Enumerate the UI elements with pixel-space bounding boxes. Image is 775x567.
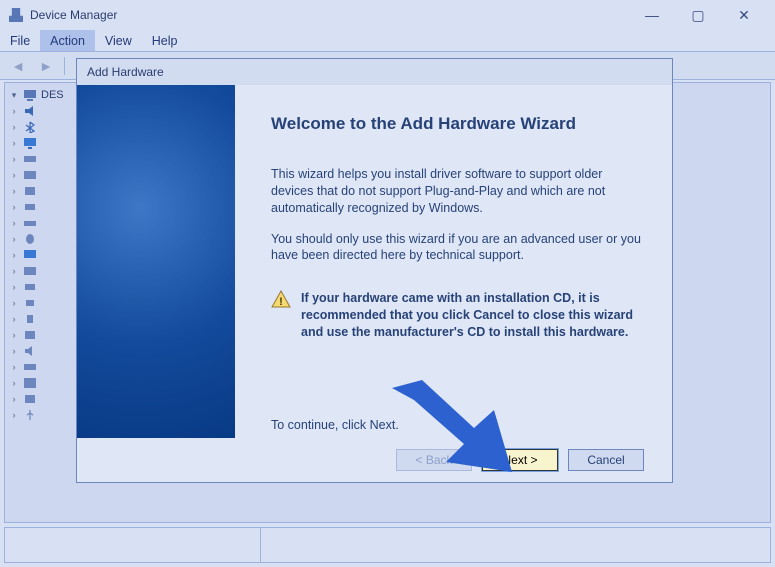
monitor2-icon [23,249,37,261]
next-button[interactable]: Next > [482,449,558,471]
storage-icon [23,361,37,373]
tree-item[interactable]: › [9,119,79,135]
dialog-banner [77,85,235,438]
device-tree[interactable]: ▾ DES › › › › › › › › › › › › › › › › › … [9,87,79,518]
tree-item[interactable]: › [9,311,79,327]
add-hardware-dialog: Add Hardware Welcome to the Add Hardware… [76,58,673,483]
tree-root-label: DES [41,89,64,101]
chevron-down-icon[interactable]: ▾ [9,90,19,101]
chevron-right-icon[interactable]: › [9,218,19,228]
monitor-icon [23,137,37,149]
window-title: Device Manager [30,8,629,22]
chevron-right-icon[interactable]: › [9,106,19,116]
chevron-right-icon[interactable]: › [9,266,19,276]
chevron-right-icon[interactable]: › [9,394,19,404]
printer-icon [23,281,37,293]
usb-controller-icon [23,393,37,405]
titlebar: Device Manager — ▢ ✕ [0,0,775,30]
dialog-warning-row: ! If your hardware came with an installa… [271,290,642,341]
chevron-right-icon[interactable]: › [9,314,19,324]
chevron-right-icon[interactable]: › [9,202,19,212]
keyboard-icon [23,217,37,229]
chevron-right-icon[interactable]: › [9,378,19,388]
tree-item[interactable]: › [9,359,79,375]
menu-view[interactable]: View [95,30,142,51]
tree-item[interactable]: › [9,103,79,119]
tree-item[interactable]: › [9,215,79,231]
sound-icon [23,345,37,357]
hid-icon [23,201,37,213]
chevron-right-icon[interactable]: › [9,346,19,356]
security-icon [23,313,37,325]
dialog-main: Welcome to the Add Hardware Wizard This … [235,85,672,438]
warning-icon: ! [271,290,291,341]
tree-item[interactable]: › [9,279,79,295]
tree-item[interactable]: › [9,183,79,199]
menu-help[interactable]: Help [142,30,188,51]
tree-item[interactable]: › [9,391,79,407]
back-button: < Back [396,449,472,471]
display-adapter-icon [23,169,37,181]
toolbar-separator [64,57,65,75]
chevron-right-icon[interactable]: › [9,138,19,148]
chevron-right-icon[interactable]: › [9,170,19,180]
dialog-paragraph-1: This wizard helps you install driver sof… [271,166,642,217]
tree-item[interactable]: › [9,135,79,151]
status-cell [5,528,261,562]
chevron-right-icon[interactable]: › [9,282,19,292]
computer-icon [23,89,37,101]
tree-item[interactable]: › [9,263,79,279]
menu-action[interactable]: Action [40,30,95,51]
tree-item[interactable]: › [9,407,79,423]
chevron-right-icon[interactable]: › [9,234,19,244]
minimize-button[interactable]: — [629,0,675,30]
chevron-right-icon[interactable]: › [9,330,19,340]
audio-icon [23,105,37,117]
software-icon [23,329,37,341]
tree-item[interactable]: › [9,151,79,167]
bluetooth-icon [23,121,37,133]
cancel-button[interactable]: Cancel [568,449,644,471]
chevron-right-icon[interactable]: › [9,298,19,308]
mouse-icon [23,233,37,245]
tree-item[interactable]: › [9,167,79,183]
network-icon [23,265,37,277]
tree-item[interactable]: › [9,199,79,215]
chevron-right-icon[interactable]: › [9,186,19,196]
menu-file[interactable]: File [0,30,40,51]
tree-root[interactable]: ▾ DES [9,87,79,103]
dialog-continue-text: To continue, click Next. [271,417,399,434]
chevron-right-icon[interactable]: › [9,122,19,132]
nav-forward-icon: ► [34,55,58,77]
tree-item[interactable]: › [9,231,79,247]
device-manager-icon [8,7,24,23]
nav-back-icon: ◄ [6,55,30,77]
disk-icon [23,153,37,165]
dialog-button-row: < Back Next > Cancel [77,438,672,482]
maximize-button[interactable]: ▢ [675,0,721,30]
chevron-right-icon[interactable]: › [9,410,19,420]
status-cell [261,528,770,562]
dialog-body: Welcome to the Add Hardware Wizard This … [77,85,672,438]
tree-item[interactable]: › [9,327,79,343]
chevron-right-icon[interactable]: › [9,154,19,164]
firmware-icon [23,185,37,197]
processor-icon [23,297,37,309]
chevron-right-icon[interactable]: › [9,250,19,260]
tree-item[interactable]: › [9,375,79,391]
dialog-title: Add Hardware [77,59,672,85]
tree-item[interactable]: › [9,343,79,359]
dialog-paragraph-2: You should only use this wizard if you a… [271,231,642,265]
tree-item[interactable]: › [9,247,79,263]
svg-text:!: ! [279,296,283,308]
menubar: File Action View Help [0,30,775,52]
statusbar [4,527,771,563]
chevron-right-icon[interactable]: › [9,362,19,372]
dialog-warning-text: If your hardware came with an installati… [301,290,642,341]
usb-icon [23,409,37,421]
close-button[interactable]: ✕ [721,0,767,30]
dialog-heading: Welcome to the Add Hardware Wizard [271,113,642,136]
system-icon [23,377,37,389]
tree-item[interactable]: › [9,295,79,311]
